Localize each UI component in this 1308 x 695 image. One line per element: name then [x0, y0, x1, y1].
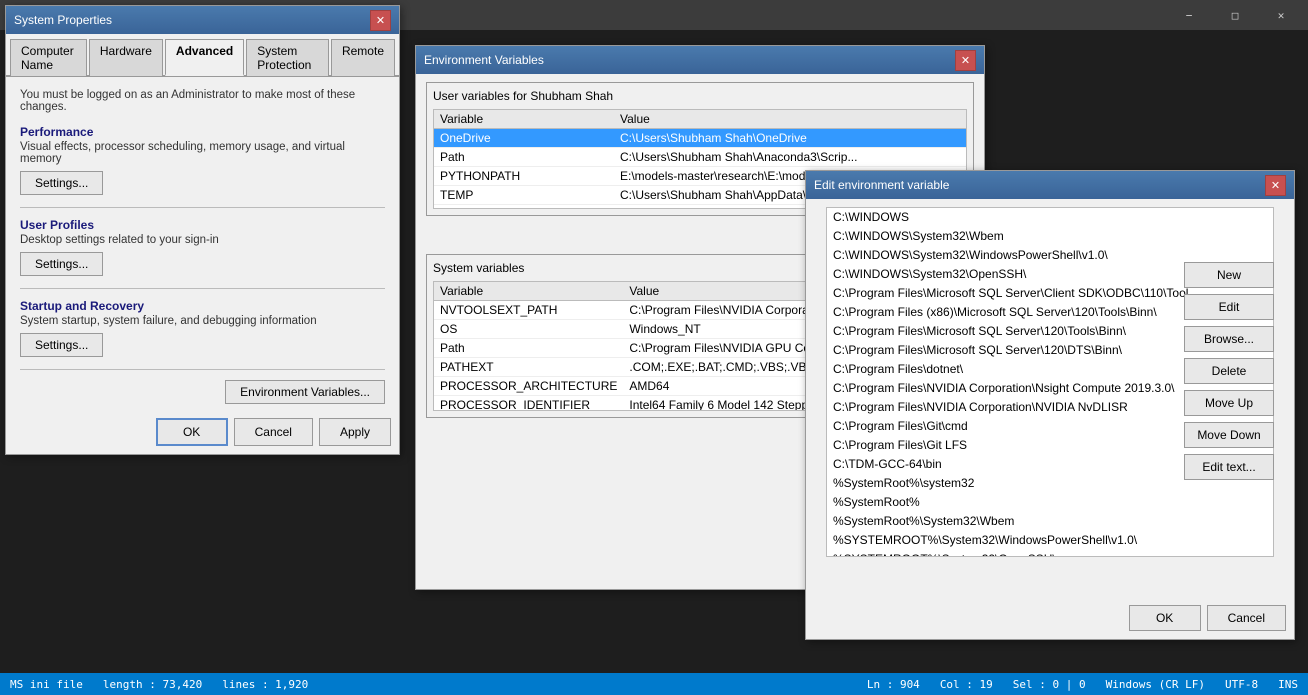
list-item[interactable]: %SystemRoot%\System32\Wbem [827, 512, 1273, 531]
encoding-info: Windows (CR LF) [1106, 678, 1205, 691]
var-name: TEMP [434, 186, 614, 205]
sys-col-variable: Variable [434, 282, 623, 301]
sys-props-titlebar: System Properties ✕ [6, 6, 399, 34]
apply-button[interactable]: Apply [319, 418, 391, 446]
var-name: PYTHONPATH [434, 167, 614, 186]
tab-remote[interactable]: Remote [331, 39, 395, 76]
sel-info: Sel : 0 | 0 [1013, 678, 1086, 691]
file-type: MS ini file [10, 678, 83, 691]
var-name: Path [434, 339, 623, 358]
list-item[interactable]: %SYSTEMROOT%\System32\WindowsPowerShell\… [827, 531, 1273, 550]
sys-props-title: System Properties [14, 13, 370, 27]
edit-text-btn[interactable]: Edit text... [1184, 454, 1274, 480]
tab-system-protection[interactable]: System Protection [246, 39, 329, 76]
sys-props-buttons: OK Cancel Apply [156, 418, 391, 446]
list-item[interactable]: C:\WINDOWS [827, 208, 1273, 227]
user-profiles-label: User Profiles [20, 218, 385, 232]
edit-env-cancel-btn[interactable]: Cancel [1207, 605, 1286, 631]
performance-settings-btn[interactable]: Settings... [20, 171, 103, 195]
tab-bar: Computer Name Hardware Advanced System P… [6, 34, 399, 77]
list-item[interactable]: %SYSTEMROOT%\System32\OpenSSH\ [827, 550, 1273, 557]
edit-env-main: C:\WINDOWSC:\WINDOWS\System32\WbemC:\WIN… [816, 207, 1284, 557]
edit-env-side-buttons: New Edit Browse... Delete Move Up Move D… [1184, 262, 1274, 480]
user-profiles-settings-btn[interactable]: Settings... [20, 252, 103, 276]
edit-env-title: Edit environment variable [814, 178, 1265, 192]
system-properties-dialog: System Properties ✕ Computer Name Hardwa… [5, 5, 400, 455]
user-col-variable: Variable [434, 110, 614, 129]
user-section-title: User variables for Shubham Shah [433, 89, 967, 103]
edit-environment-variable-dialog: Edit environment variable ✕ C:\WINDOWSC:… [805, 170, 1295, 640]
delete-btn[interactable]: Delete [1184, 358, 1274, 384]
var-name: PROCESSOR_ARCHITECTURE [434, 377, 623, 396]
var-value: C:\Users\Shubham Shah\Anaconda3\Scrip... [614, 148, 966, 167]
env-vars-close[interactable]: ✕ [955, 50, 976, 71]
startup-desc: System startup, system failure, and debu… [20, 315, 385, 327]
sys-props-close[interactable]: ✕ [370, 10, 391, 31]
sys-props-body: You must be logged on as an Administrato… [6, 77, 399, 392]
ln-info: Ln : 904 [867, 678, 920, 691]
user-profiles-desc: Desktop settings related to your sign-in [20, 234, 385, 246]
edit-env-close[interactable]: ✕ [1265, 175, 1286, 196]
env-vars-titlebar: Environment Variables ✕ [416, 46, 984, 74]
edit-entry-btn[interactable]: Edit [1184, 294, 1274, 320]
table-row[interactable]: OneDriveC:\Users\Shubham Shah\OneDrive [434, 129, 966, 148]
env-vars-btn[interactable]: Environment Variables... [225, 380, 385, 404]
ins-info: INS [1278, 678, 1298, 691]
tab-hardware[interactable]: Hardware [89, 39, 163, 76]
tab-computer-name[interactable]: Computer Name [10, 39, 87, 76]
startup-settings-btn[interactable]: Settings... [20, 333, 103, 357]
col-info: Col : 19 [940, 678, 993, 691]
screen-controls: − □ ✕ [1166, 0, 1308, 30]
var-name: PROCESSOR_IDENTIFIER [434, 396, 623, 412]
var-name: NVTOOLSEXT_PATH [434, 301, 623, 320]
move-up-btn[interactable]: Move Up [1184, 390, 1274, 416]
status-bar: MS ini file length : 73,420 lines : 1,92… [0, 673, 1308, 695]
var-value: C:\Users\Shubham Shah\OneDrive [614, 129, 966, 148]
maximize-button[interactable]: □ [1212, 0, 1258, 30]
length-info: length : 73,420 [103, 678, 202, 691]
minimize-button[interactable]: − [1166, 0, 1212, 30]
list-item[interactable]: %SystemRoot% [827, 493, 1273, 512]
close-button[interactable]: ✕ [1258, 0, 1304, 30]
charset-info: UTF-8 [1225, 678, 1258, 691]
cancel-button[interactable]: Cancel [234, 418, 313, 446]
edit-env-titlebar: Edit environment variable ✕ [806, 171, 1294, 199]
table-row[interactable]: PathC:\Users\Shubham Shah\Anaconda3\Scri… [434, 148, 966, 167]
performance-label: Performance [20, 125, 385, 139]
admin-note: You must be logged on as an Administrato… [20, 89, 385, 113]
move-down-btn[interactable]: Move Down [1184, 422, 1274, 448]
var-name: TMP [434, 205, 614, 210]
new-entry-btn[interactable]: New [1184, 262, 1274, 288]
performance-desc: Visual effects, processor scheduling, me… [20, 141, 385, 165]
ok-button[interactable]: OK [156, 418, 228, 446]
var-name: Path [434, 148, 614, 167]
tab-advanced[interactable]: Advanced [165, 39, 244, 76]
edit-env-bottom-buttons: OK Cancel [1129, 605, 1286, 631]
env-vars-title: Environment Variables [424, 53, 955, 67]
edit-env-ok-btn[interactable]: OK [1129, 605, 1201, 631]
user-col-value: Value [614, 110, 966, 129]
startup-label: Startup and Recovery [20, 299, 385, 313]
var-name: OS [434, 320, 623, 339]
browse-btn[interactable]: Browse... [1184, 326, 1274, 352]
list-item[interactable]: C:\WINDOWS\System32\Wbem [827, 227, 1273, 246]
var-name: OneDrive [434, 129, 614, 148]
lines-info: lines : 1,920 [222, 678, 308, 691]
var-name: PATHEXT [434, 358, 623, 377]
